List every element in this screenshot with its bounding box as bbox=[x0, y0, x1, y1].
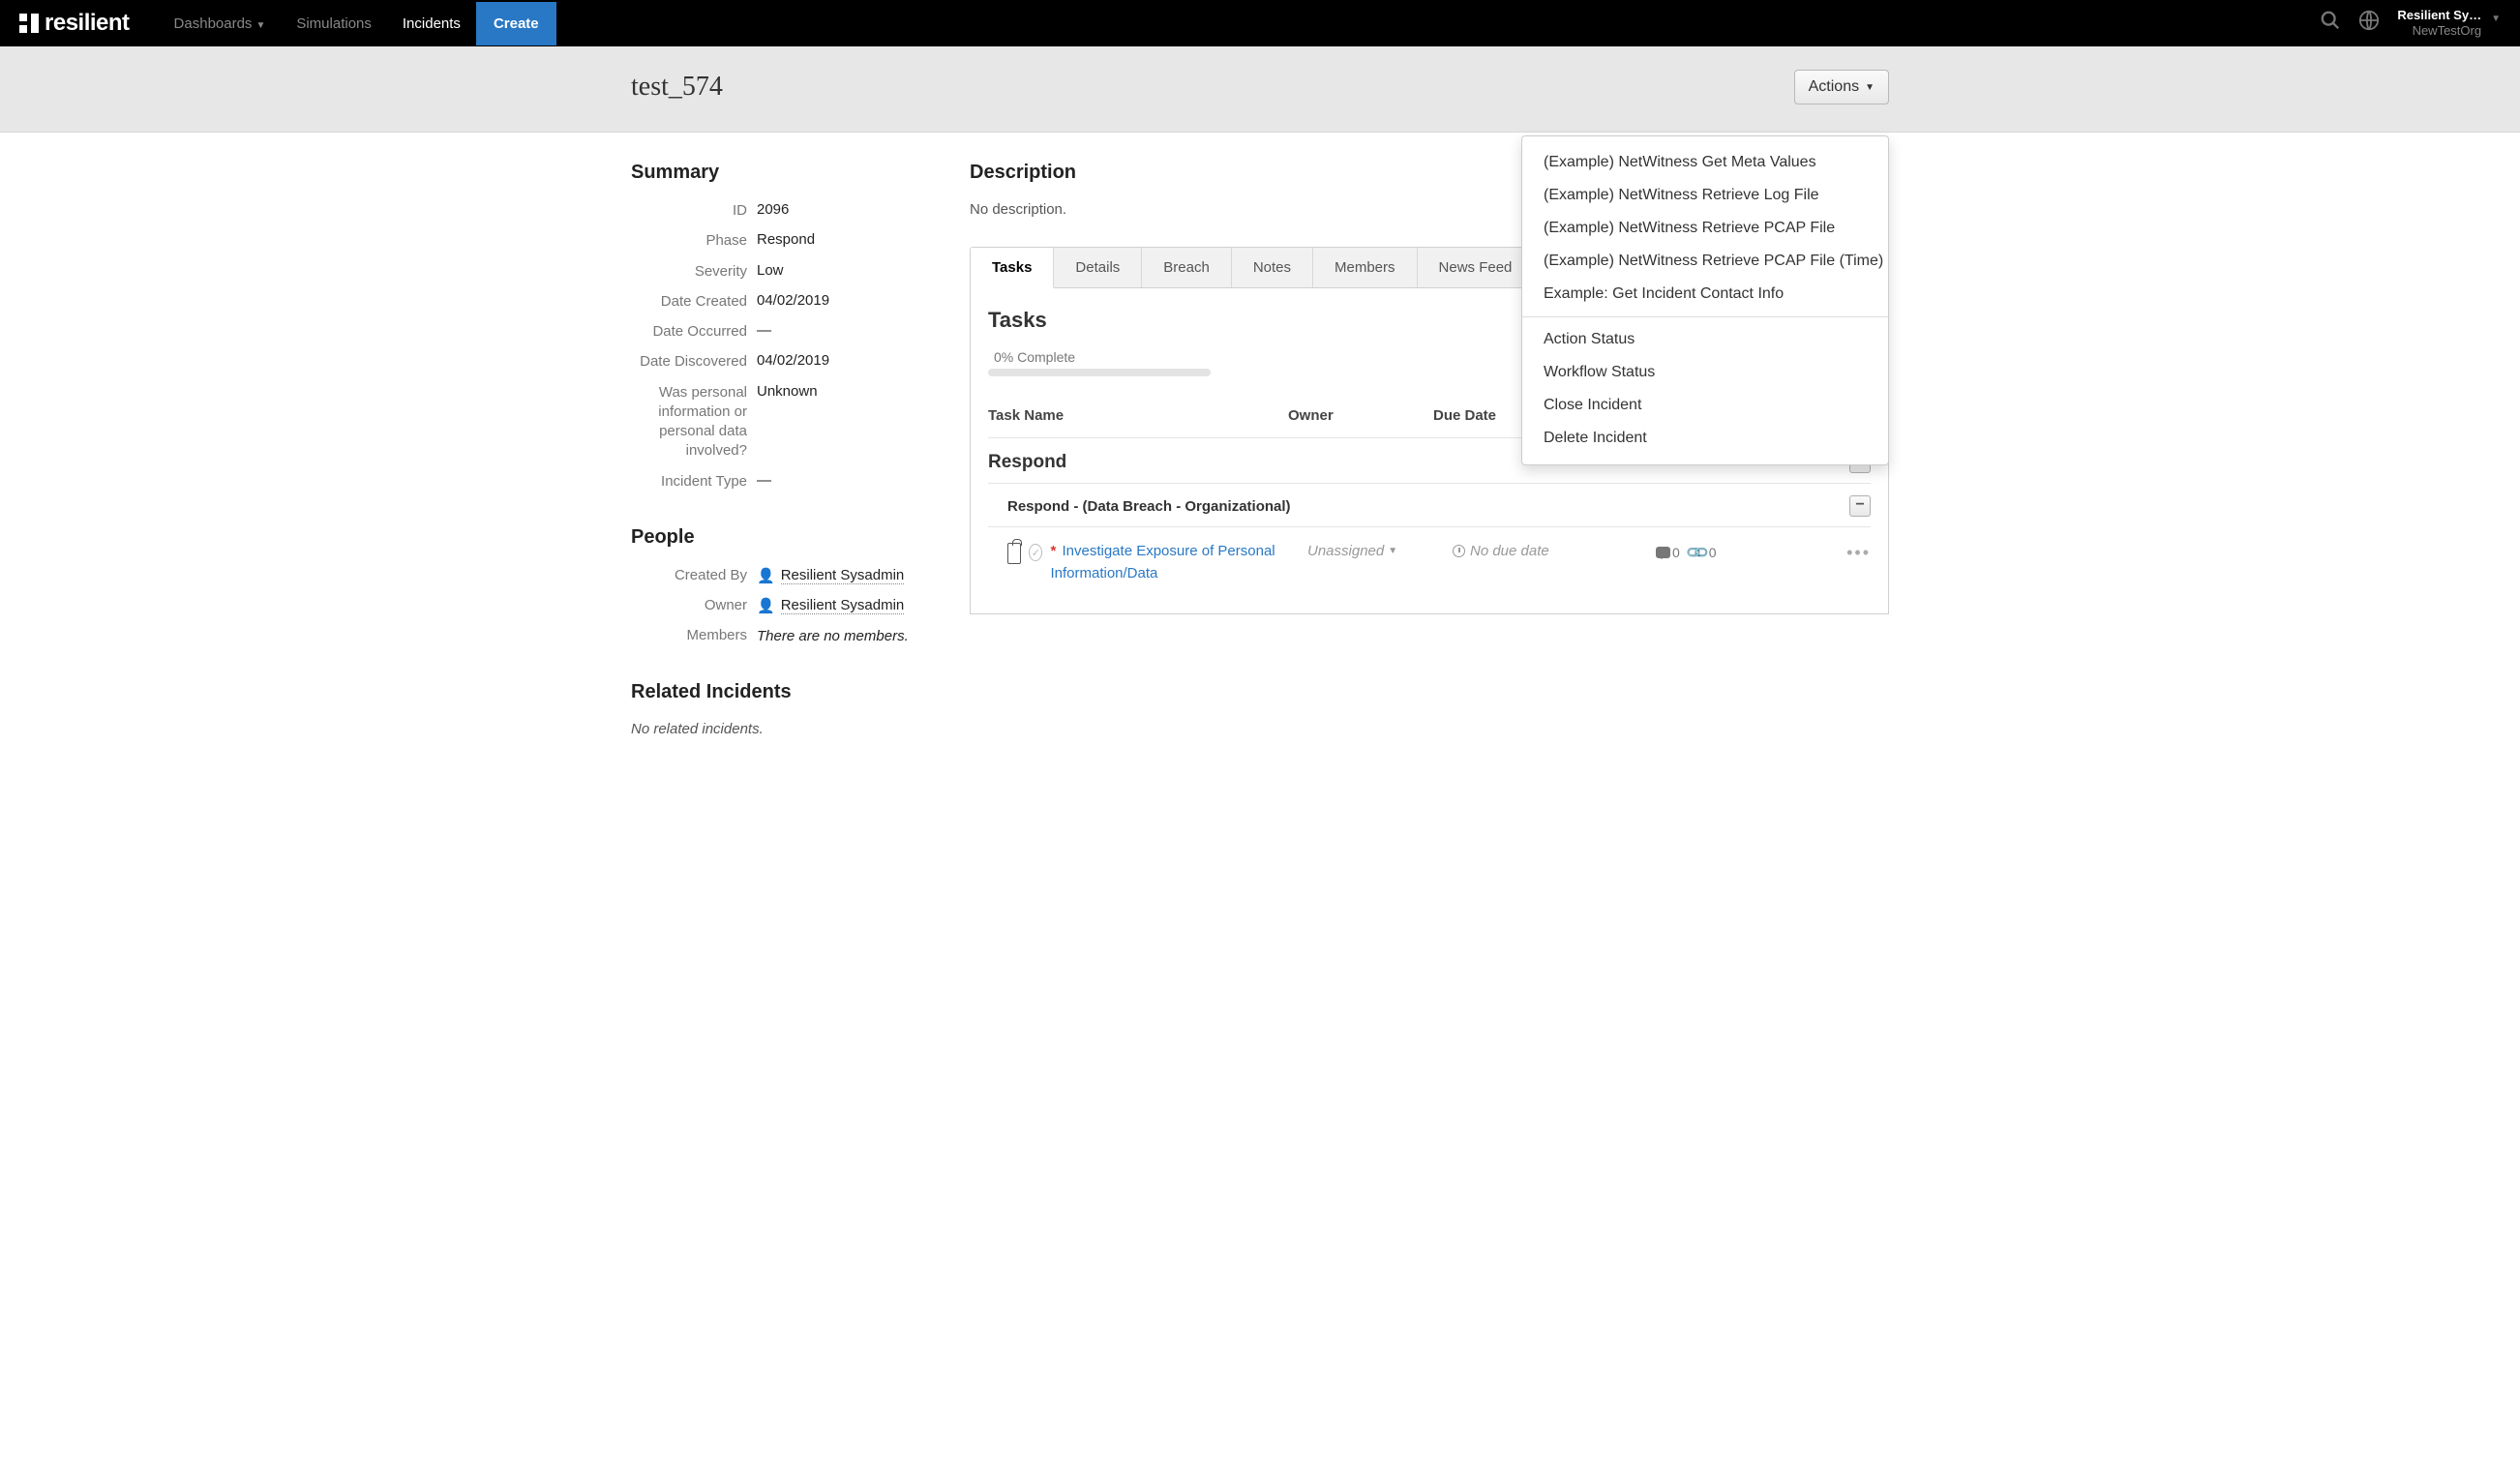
people-heading: People bbox=[631, 526, 921, 549]
summary-phase-label: Phase bbox=[631, 231, 757, 251]
action-netwitness-pcap-time[interactable]: (Example) NetWitness Retrieve PCAP File … bbox=[1522, 245, 1888, 278]
summary-heading: Summary bbox=[631, 162, 921, 184]
action-netwitness-pcap[interactable]: (Example) NetWitness Retrieve PCAP File bbox=[1522, 212, 1888, 245]
attachment-icon: 🔗 bbox=[1684, 539, 1711, 566]
summary-phase-value: Respond bbox=[757, 231, 921, 251]
summary-created-value: 04/02/2019 bbox=[757, 292, 921, 312]
system-name: Resilient Sy… bbox=[2397, 8, 2481, 23]
nav-right: Resilient Sy… NewTestOrg ▼ bbox=[2320, 8, 2501, 38]
delete-incident[interactable]: Delete Incident bbox=[1522, 422, 1888, 455]
tab-members[interactable]: Members bbox=[1313, 248, 1418, 287]
collapse-subphase-button[interactable]: − bbox=[1849, 495, 1871, 517]
summary-severity-label: Severity bbox=[631, 262, 757, 282]
actions-button[interactable]: Actions ▼ bbox=[1794, 70, 1889, 104]
summary-occurred-value: — bbox=[757, 322, 921, 342]
org-selector[interactable]: Resilient Sy… NewTestOrg ▼ bbox=[2397, 8, 2501, 38]
task-due-value: No due date bbox=[1470, 543, 1549, 559]
people-members-label: Members bbox=[631, 626, 757, 645]
summary-created-label: Date Created bbox=[631, 292, 757, 312]
globe-icon[interactable] bbox=[2358, 10, 2380, 37]
progress-label: 0% Complete bbox=[994, 349, 1574, 365]
caret-down-icon: ▼ bbox=[255, 20, 265, 31]
logo-text: resilient bbox=[45, 10, 130, 37]
summary-discovered-value: 04/02/2019 bbox=[757, 352, 921, 372]
tab-news-feed[interactable]: News Feed bbox=[1418, 248, 1535, 287]
people-createdby-value[interactable]: Resilient Sysadmin bbox=[781, 567, 905, 584]
task-owner-value: Unassigned bbox=[1307, 543, 1384, 559]
progress-bar bbox=[988, 369, 1211, 376]
nav-create[interactable]: Create bbox=[476, 2, 556, 45]
user-icon: 👤 bbox=[757, 597, 775, 614]
col-owner: Owner bbox=[1288, 407, 1433, 424]
tab-notes[interactable]: Notes bbox=[1232, 248, 1313, 287]
task-actions-menu[interactable]: ••• bbox=[1782, 541, 1871, 563]
task-title-cell: * Investigate Exposure of Personal Infor… bbox=[1050, 541, 1307, 584]
summary-pii-value: Unknown bbox=[757, 383, 921, 462]
caret-down-icon: ▼ bbox=[1388, 546, 1397, 556]
action-netwitness-log[interactable]: (Example) NetWitness Retrieve Log File bbox=[1522, 179, 1888, 212]
actions-button-label: Actions bbox=[1809, 78, 1859, 96]
summary-type-value: — bbox=[757, 472, 921, 492]
caret-down-icon: ▼ bbox=[1865, 82, 1875, 93]
related-heading: Related Incidents bbox=[631, 681, 921, 703]
col-task-name: Task Name bbox=[988, 407, 1288, 424]
summary-occurred-label: Date Occurred bbox=[631, 322, 757, 342]
org-name: NewTestOrg bbox=[2397, 23, 2481, 39]
page-header: test_574 Actions ▼ (Example) NetWitness … bbox=[0, 46, 2520, 133]
people-owner-value[interactable]: Resilient Sysadmin bbox=[781, 597, 905, 614]
summary-id-value: 2096 bbox=[757, 201, 921, 221]
task-link[interactable]: Investigate Exposure of Personal Informa… bbox=[1050, 543, 1275, 581]
summary-severity-value: Low bbox=[757, 262, 921, 282]
actions-dropdown: (Example) NetWitness Get Meta Values (Ex… bbox=[1521, 135, 1889, 465]
incident-title: test_574 bbox=[631, 72, 723, 103]
logo-icon bbox=[19, 14, 39, 33]
summary-pii-label: Was personal information or personal dat… bbox=[631, 383, 757, 462]
nav-dashboards-label: Dashboards bbox=[174, 15, 253, 32]
nav-incidents[interactable]: Incidents bbox=[387, 2, 476, 45]
nav-simulations[interactable]: Simulations bbox=[281, 2, 387, 45]
task-due-cell: No due date bbox=[1453, 541, 1656, 559]
nav-dashboards[interactable]: Dashboards▼ bbox=[159, 2, 282, 45]
user-icon: 👤 bbox=[757, 567, 775, 584]
task-complete-toggle[interactable]: ✓ bbox=[1029, 544, 1042, 561]
related-text: No related incidents. bbox=[631, 721, 921, 737]
primary-nav: Dashboards▼ Simulations Incidents Create bbox=[159, 2, 556, 45]
task-row: ✓ * Investigate Exposure of Personal Inf… bbox=[988, 527, 1871, 594]
required-star-icon: * bbox=[1050, 543, 1056, 559]
tab-tasks[interactable]: Tasks bbox=[971, 248, 1054, 288]
clock-icon bbox=[1453, 545, 1465, 557]
task-subphase-row: Respond - (Data Breach - Organizational)… bbox=[988, 484, 1871, 527]
task-comments[interactable]: 0 bbox=[1656, 545, 1680, 560]
people-owner-label: Owner bbox=[631, 596, 757, 615]
task-comments-count: 0 bbox=[1672, 545, 1680, 560]
caret-down-icon: ▼ bbox=[2491, 14, 2501, 25]
task-subphase-label: Respond - (Data Breach - Organizational) bbox=[1007, 498, 1849, 515]
people-createdby-label: Created By bbox=[631, 566, 757, 585]
clipboard-icon bbox=[1007, 543, 1021, 564]
summary-id-label: ID bbox=[631, 201, 757, 221]
tab-details[interactable]: Details bbox=[1054, 248, 1142, 287]
comment-icon bbox=[1656, 547, 1670, 558]
tab-breach[interactable]: Breach bbox=[1142, 248, 1232, 287]
task-owner-cell[interactable]: Unassigned ▼ bbox=[1307, 541, 1453, 559]
action-netwitness-meta[interactable]: (Example) NetWitness Get Meta Values bbox=[1522, 146, 1888, 179]
search-icon[interactable] bbox=[2320, 10, 2341, 37]
task-flags-cell: 0 🔗0 bbox=[1656, 541, 1782, 562]
action-contact-info[interactable]: Example: Get Incident Contact Info bbox=[1522, 278, 1888, 311]
action-status[interactable]: Action Status bbox=[1522, 323, 1888, 356]
summary-type-label: Incident Type bbox=[631, 472, 757, 492]
left-column: Summary ID2096 PhaseRespond SeverityLow … bbox=[631, 162, 921, 737]
summary-discovered-label: Date Discovered bbox=[631, 352, 757, 372]
workflow-status[interactable]: Workflow Status bbox=[1522, 356, 1888, 389]
close-incident[interactable]: Close Incident bbox=[1522, 389, 1888, 422]
people-members-value: There are no members. bbox=[757, 626, 921, 645]
top-nav: resilient Dashboards▼ Simulations Incide… bbox=[0, 0, 2520, 46]
logo[interactable]: resilient bbox=[19, 10, 130, 37]
task-attachments[interactable]: 🔗0 bbox=[1688, 543, 1717, 562]
